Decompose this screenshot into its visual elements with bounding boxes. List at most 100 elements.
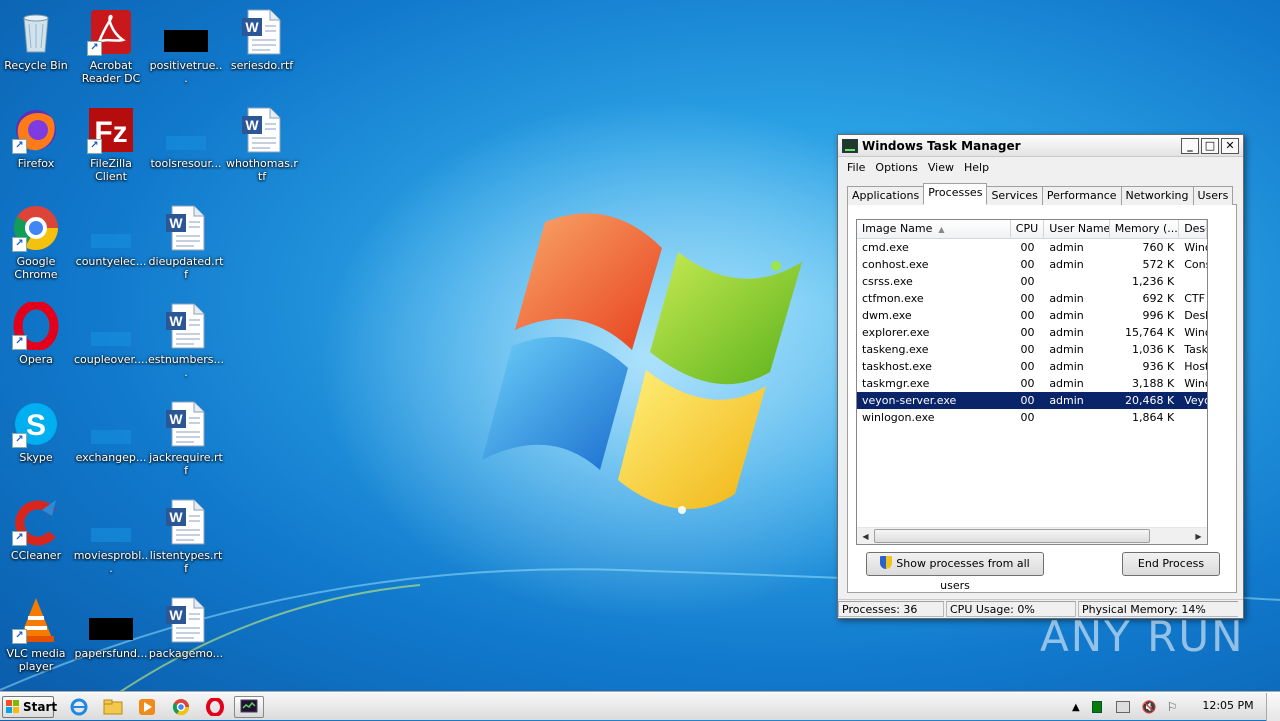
show-all-processes-button[interactable]: Show processes from all users xyxy=(866,552,1044,592)
end-process-button[interactable]: End Process xyxy=(1122,552,1220,576)
vlc-icon: ↗ xyxy=(12,596,60,644)
process-row[interactable]: cmd.exe 00 admin 760 K Wind xyxy=(857,239,1207,256)
process-list[interactable]: Image Name ▲ CPU User Name Memory (... De… xyxy=(856,219,1208,545)
desktop-icon[interactable]: papersfund... xyxy=(73,590,149,682)
column-cpu[interactable]: CPU xyxy=(1011,220,1045,238)
process-row[interactable]: taskmgr.exe 00 admin 3,188 K Wind xyxy=(857,375,1207,392)
process-description xyxy=(1179,273,1207,290)
process-row[interactable]: veyon-server.exe 00 admin 20,468 K Veyo xyxy=(857,392,1207,409)
scrollbar-thumb[interactable] xyxy=(874,529,1150,543)
column-image-name[interactable]: Image Name ▲ xyxy=(857,220,1011,238)
process-row[interactable]: ctfmon.exe 00 admin 692 K CTF I xyxy=(857,290,1207,307)
folder-icon[interactable] xyxy=(98,696,128,718)
process-memory: 996 K xyxy=(1142,309,1175,322)
maximize-button[interactable]: □ xyxy=(1201,137,1219,154)
internet-explorer-icon[interactable] xyxy=(64,696,94,718)
menu-options[interactable]: Options xyxy=(870,161,922,174)
start-button[interactable]: Start xyxy=(2,696,57,718)
process-row[interactable]: taskeng.exe 00 admin 1,036 K Task xyxy=(857,341,1207,358)
process-user: admin xyxy=(1049,309,1084,322)
desktop-icon-label: Recycle Bin xyxy=(4,59,68,72)
media-player-icon[interactable] xyxy=(132,696,162,718)
desktop-icon[interactable]: Wwhothomas.rtf xyxy=(224,100,300,192)
desktop-icon[interactable]: exchangep... xyxy=(73,394,149,486)
desktop-icon[interactable]: ↗ Firefox xyxy=(0,100,74,192)
process-row[interactable]: explorer.exe 00 admin 15,764 K Wind xyxy=(857,324,1207,341)
show-desktop-button[interactable] xyxy=(1266,693,1280,721)
desktop-icon[interactable]: Wlistentypes.rtf xyxy=(148,492,224,584)
process-memory: 760 K xyxy=(1142,241,1175,254)
tab-processes[interactable]: Processes xyxy=(923,183,988,205)
scroll-left-icon[interactable]: ◀ xyxy=(857,528,874,544)
desktop-icon[interactable]: coupleover.... xyxy=(73,296,149,388)
tray-expand-icon[interactable]: ▲ xyxy=(1072,702,1080,713)
process-row[interactable]: dwm.exe 00 admin 996 K Desk xyxy=(857,307,1207,324)
process-name: cmd.exe xyxy=(862,241,909,254)
process-row[interactable]: csrss.exe 00 1,236 K xyxy=(857,273,1207,290)
title-bar[interactable]: Windows Task Manager _ □ ✕ xyxy=(838,135,1243,157)
desktop-icon[interactable]: toolsresour... xyxy=(148,100,224,192)
process-cpu: 00 xyxy=(1020,377,1035,390)
volume-muted-icon[interactable]: 🔇 xyxy=(1142,700,1157,714)
desktop-icon-label: countyelec... xyxy=(75,255,147,268)
desktop-icon[interactable]: ↗ VLC media player xyxy=(0,590,74,682)
process-memory: 15,764 K xyxy=(1125,326,1175,339)
desktop-icon-label: listentypes.rtf xyxy=(149,549,223,575)
process-user: admin xyxy=(1049,343,1084,356)
shortcut-arrow-icon: ↗ xyxy=(12,139,27,154)
svg-text:W: W xyxy=(169,509,183,525)
desktop-icon[interactable]: ↗ Google Chrome xyxy=(0,198,74,290)
column-user-name[interactable]: User Name xyxy=(1044,220,1110,238)
desktop-icon[interactable]: Wjackrequire.rtf xyxy=(148,394,224,486)
process-row[interactable]: taskhost.exe 00 admin 936 K Host xyxy=(857,358,1207,375)
horizontal-scrollbar[interactable]: ◀ ▶ xyxy=(857,527,1207,544)
desktop-icon[interactable]: ↗ Opera xyxy=(0,296,74,388)
tab-performance[interactable]: Performance xyxy=(1041,186,1122,205)
tray-green-app-icon[interactable] xyxy=(1091,701,1102,713)
tab-services[interactable]: Services xyxy=(986,186,1043,205)
desktop-icon[interactable]: moviesprobl... xyxy=(73,492,149,584)
opera-icon[interactable] xyxy=(200,696,230,718)
clock[interactable]: 12:05 PM xyxy=(1196,699,1260,712)
process-memory: 20,468 K xyxy=(1125,394,1175,407)
process-row[interactable]: winlogon.exe 00 1,864 K xyxy=(857,409,1207,426)
column-memory[interactable]: Memory (... xyxy=(1110,220,1180,238)
desktop-icon-label: whothomas.rtf xyxy=(226,157,298,183)
desktop-icon[interactable]: Fz ↗ FileZilla Client xyxy=(73,100,149,192)
scroll-right-icon[interactable]: ▶ xyxy=(1190,528,1207,544)
shortcut-arrow-icon: ↗ xyxy=(12,531,27,546)
process-name: ctfmon.exe xyxy=(862,292,924,305)
menu-view[interactable]: View xyxy=(923,161,959,174)
process-memory: 3,188 K xyxy=(1132,377,1175,390)
close-button[interactable]: ✕ xyxy=(1221,137,1239,154)
column-description[interactable]: Desc xyxy=(1179,220,1207,238)
desktop-icon[interactable]: positivetrue... xyxy=(148,2,224,94)
tab-applications[interactable]: Applications xyxy=(847,186,925,205)
network-icon[interactable] xyxy=(1115,701,1130,713)
desktop-icon[interactable]: Wseriesdo.rtf xyxy=(224,2,300,94)
process-user xyxy=(1044,409,1109,426)
acrobat-reader-icon: ↗ xyxy=(87,8,135,56)
process-name: taskeng.exe xyxy=(862,343,929,356)
desktop-icon[interactable]: Wpackagemo... xyxy=(148,590,224,682)
action-center-flag-icon[interactable]: ⚐ xyxy=(1167,700,1178,714)
task-manager-taskbar-icon[interactable] xyxy=(234,696,264,718)
desktop-icon[interactable]: Wdieupdated.rtf xyxy=(148,198,224,290)
tab-networking[interactable]: Networking xyxy=(1120,186,1194,205)
chrome-icon[interactable] xyxy=(166,696,196,718)
desktop-icon[interactable]: Westnumbers.... xyxy=(148,296,224,388)
desktop-icon[interactable]: ↗ Acrobat Reader DC xyxy=(73,2,149,94)
process-row[interactable]: conhost.exe 00 admin 572 K Cons xyxy=(857,256,1207,273)
desktop-icon[interactable]: Recycle Bin xyxy=(0,2,74,94)
desktop-icon[interactable]: countyelec... xyxy=(73,198,149,290)
process-description: Wind xyxy=(1184,241,1207,254)
desktop-icon[interactable]: ↗ CCleaner xyxy=(0,492,74,584)
uac-shield-icon xyxy=(880,556,893,569)
desktop-icon[interactable]: S ↗ Skype xyxy=(0,394,74,486)
minimize-button[interactable]: _ xyxy=(1181,137,1199,154)
task-manager-window[interactable]: Windows Task Manager _ □ ✕ File Options … xyxy=(837,134,1244,619)
menu-file[interactable]: File xyxy=(842,161,870,174)
desktop-icon-label: packagemo... xyxy=(148,647,224,660)
menu-help[interactable]: Help xyxy=(959,161,994,174)
tab-users[interactable]: Users xyxy=(1192,186,1234,205)
